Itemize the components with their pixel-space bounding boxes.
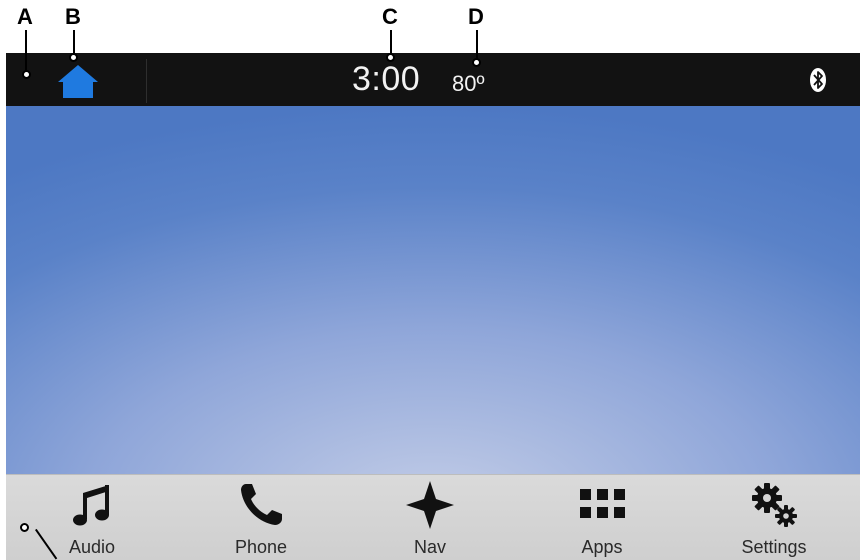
status-bar: 3:00 80º — [6, 53, 860, 106]
callout-d-marker — [472, 58, 481, 67]
callout-a-line — [25, 30, 27, 74]
dock-label-phone: Phone — [234, 537, 288, 557]
dock-item-nav[interactable]: Nav — [370, 475, 490, 560]
callout-c-label: C — [382, 4, 398, 29]
dock-item-phone[interactable]: Phone — [201, 475, 321, 560]
phone-icon — [241, 484, 282, 525]
dock-item-apps[interactable]: Apps — [542, 475, 662, 560]
infotainment-screen: 3:00 80º Audio Phone Nav Apps Settings — [6, 53, 860, 560]
home-icon — [58, 65, 98, 98]
compass-star-icon — [406, 481, 454, 529]
home-wallpaper — [6, 106, 860, 474]
home-button[interactable] — [56, 63, 100, 99]
clock: 3:00 — [352, 60, 421, 98]
gears-icon — [752, 483, 797, 527]
callout-a-label: A — [17, 4, 33, 29]
status-divider — [146, 59, 147, 103]
outside-temperature: 80º — [452, 71, 485, 96]
callout-d-label: D — [468, 4, 484, 29]
callout-dock-marker — [20, 523, 29, 532]
callout-b-marker — [69, 53, 78, 62]
music-note-icon — [73, 485, 109, 526]
callout-a-marker — [22, 70, 31, 79]
dock-label-settings: Settings — [741, 537, 807, 557]
dock-bar: Audio Phone Nav Apps Settings — [6, 474, 860, 560]
callout-c-marker — [386, 53, 395, 62]
dock-label-apps: Apps — [581, 537, 623, 557]
apps-grid-icon — [580, 489, 625, 518]
dock-item-settings[interactable]: Settings — [714, 475, 834, 560]
dock-label-nav: Nav — [413, 537, 446, 557]
bluetooth-icon — [810, 68, 826, 92]
callout-b-label: B — [65, 4, 81, 29]
